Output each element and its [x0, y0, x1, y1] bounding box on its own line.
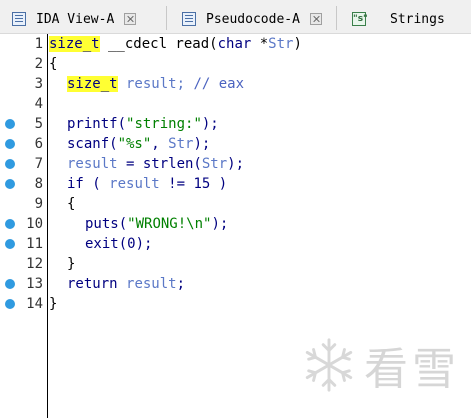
- code-token: );: [227, 156, 245, 172]
- string-token: "WRONG!\n": [127, 216, 212, 232]
- code-token: __cdecl read(: [99, 36, 218, 52]
- line-number: 3: [34, 76, 43, 92]
- code-text[interactable]: exit(0);: [85, 234, 152, 254]
- code-text[interactable]: }: [49, 294, 57, 314]
- pseudocode-icon: [182, 12, 196, 26]
- ida-view-icon: [12, 12, 26, 26]
- variable-token: result: [67, 156, 118, 172]
- code-token: );: [211, 216, 229, 232]
- line-number: 10: [26, 216, 43, 232]
- code-line: 12 }: [0, 254, 471, 274]
- code-line: 6 scanf("%s", Str);: [0, 134, 471, 154]
- line-number: 1: [34, 36, 43, 52]
- tab-label: Strings: [390, 11, 445, 27]
- code-text[interactable]: result = strlen(Str);: [67, 154, 244, 174]
- line-number: 13: [26, 276, 43, 292]
- code-token: != 15 ): [159, 176, 228, 192]
- variable-token: result: [109, 176, 160, 192]
- line-number: 11: [26, 236, 43, 252]
- tab-bar: IDA View-A Pseudocode-A "s" Strings: [0, 0, 471, 34]
- tab-label: IDA View-A: [36, 11, 115, 27]
- code-text[interactable]: scanf("%s", Str);: [67, 134, 210, 154]
- variable-token: Str: [268, 36, 294, 52]
- type-token: size_t: [67, 76, 118, 92]
- code-token: = strlen(: [117, 156, 202, 172]
- watermark-text: 看雪: [364, 344, 460, 395]
- code-line: 7 result = strlen(Str);: [0, 154, 471, 174]
- string-token: "string:": [126, 116, 202, 132]
- code-text[interactable]: {: [49, 54, 57, 74]
- code-token: puts(: [85, 216, 128, 232]
- line-number: 4: [34, 96, 43, 112]
- line-number: 6: [34, 136, 43, 152]
- snowflake-logo-icon: [305, 338, 353, 392]
- code-line: 14 }: [0, 294, 471, 314]
- code-token: );: [201, 116, 219, 132]
- code-line: 13 return result;: [0, 274, 471, 294]
- code-token: ;: [176, 276, 186, 292]
- code-line: 5 printf("string:");: [0, 114, 471, 134]
- code-line: 11 exit(0);: [0, 234, 471, 254]
- code-line: 9 {: [0, 194, 471, 214]
- code-text[interactable]: return result;: [67, 274, 185, 294]
- code-token: *: [251, 36, 269, 52]
- code-text[interactable]: {: [67, 194, 75, 214]
- close-icon[interactable]: [124, 13, 137, 25]
- code-line: 4: [0, 94, 471, 114]
- tab-separator: [166, 6, 167, 30]
- code-token: scanf(: [67, 136, 118, 152]
- code-line: 1 size_t __cdecl read(char *Str): [0, 34, 471, 54]
- code-line: 3 size_t result; // eax: [0, 74, 471, 94]
- code-token: );: [193, 136, 211, 152]
- tab-separator: [336, 6, 337, 30]
- code-token: ): [293, 36, 302, 52]
- line-number: 7: [34, 156, 43, 172]
- comment-token: // eax: [193, 76, 245, 92]
- code-token: printf(: [67, 116, 127, 132]
- type-token: size_t: [49, 36, 100, 52]
- tab-label: Pseudocode-A: [206, 11, 300, 27]
- line-number: 2: [34, 56, 43, 72]
- string-token: "%s": [117, 136, 152, 152]
- variable-token: result: [126, 276, 177, 292]
- line-number: 14: [26, 296, 43, 312]
- code-line: 8 if ( result != 15 ): [0, 174, 471, 194]
- strings-icon: "s": [352, 12, 368, 26]
- variable-token: Str: [168, 136, 194, 152]
- type-token: char: [217, 36, 252, 52]
- keyword-token: return: [67, 276, 127, 292]
- code-text[interactable]: }: [67, 254, 75, 274]
- code-text[interactable]: puts("WRONG!\n");: [85, 214, 228, 234]
- close-icon[interactable]: [309, 13, 322, 25]
- variable-token: Str: [201, 156, 228, 172]
- tab-ida-view-a[interactable]: IDA View-A: [12, 4, 137, 34]
- code-text[interactable]: size_t result; // eax: [67, 74, 244, 94]
- watermark: 看雪: [300, 330, 460, 400]
- code-text[interactable]: printf("string:");: [67, 114, 219, 134]
- code-text[interactable]: if ( result != 15 ): [67, 174, 227, 194]
- keyword-token: if (: [67, 176, 110, 192]
- code-token: ,: [151, 136, 169, 152]
- line-number: 9: [34, 196, 43, 212]
- variable-token: result;: [117, 76, 194, 92]
- code-line: 2 {: [0, 54, 471, 74]
- line-number: 5: [34, 116, 43, 132]
- tab-pseudocode-a[interactable]: Pseudocode-A: [182, 4, 322, 34]
- code-line: 10 puts("WRONG!\n");: [0, 214, 471, 234]
- code-text[interactable]: size_t __cdecl read(char *Str): [49, 34, 302, 54]
- tab-strings[interactable]: "s" Strings: [352, 4, 445, 34]
- line-number: 12: [26, 256, 43, 272]
- line-number: 8: [34, 176, 43, 192]
